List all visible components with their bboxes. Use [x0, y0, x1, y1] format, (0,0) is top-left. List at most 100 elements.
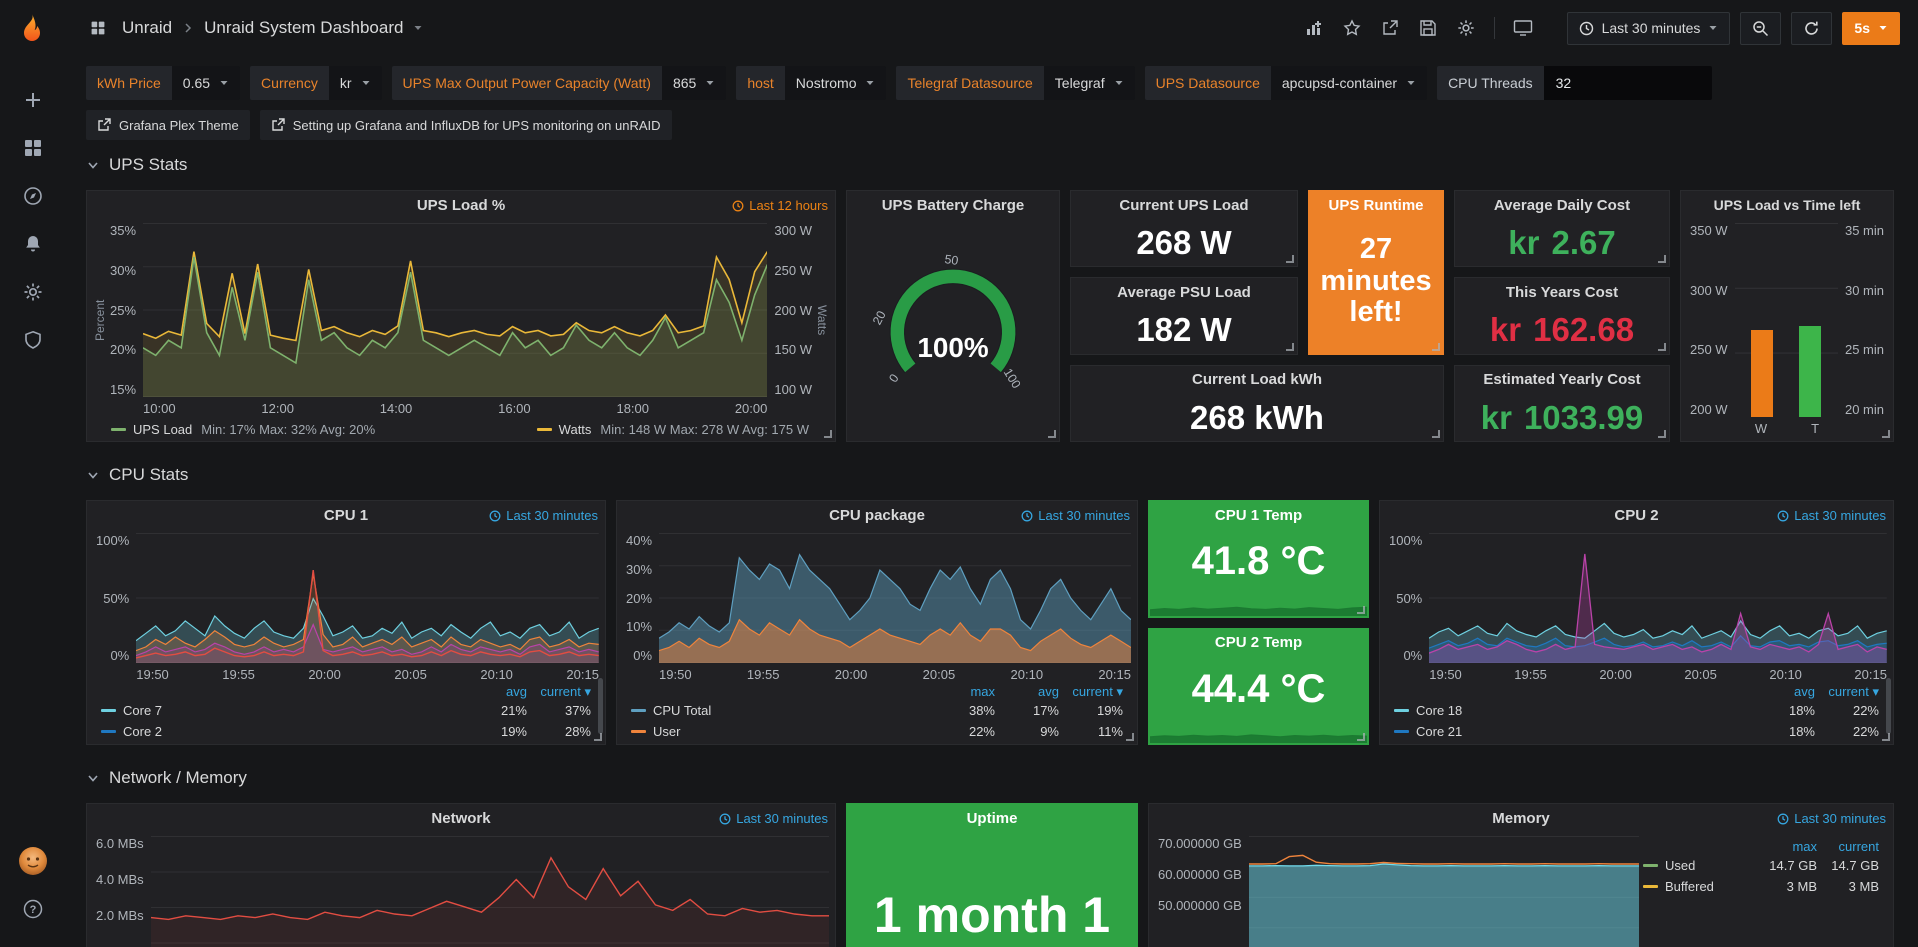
ups-mid-stats: Current UPS Load 268 W UPS Runtime 27 mi…: [1070, 190, 1444, 442]
gauge-tick-50: 50: [944, 252, 960, 268]
add-panel-button[interactable]: [1300, 14, 1328, 42]
legend-item-watts[interactable]: Watts Min: 148 W Max: 278 W Avg: 175 W: [537, 422, 809, 437]
favorite-button[interactable]: [1338, 14, 1366, 42]
sidebar-item-explore[interactable]: [12, 176, 54, 216]
legend-row-core-7[interactable]: Core 721%37%: [101, 700, 591, 721]
grafana-logo[interactable]: [13, 12, 53, 52]
memory-chart[interactable]: [1249, 836, 1639, 947]
star-icon: [1343, 19, 1361, 37]
cpu-package-chart[interactable]: [659, 533, 1131, 663]
cpu2-chart[interactable]: [1429, 533, 1887, 663]
memory-legend: maxcurrentUsed14.7 GB14.7 GBBuffered3 MB…: [1639, 836, 1887, 947]
cpu1-chart[interactable]: [136, 533, 599, 663]
clock-icon: [489, 510, 501, 522]
row-header-network-memory[interactable]: Network / Memory: [86, 763, 1906, 793]
network-chart[interactable]: [151, 836, 829, 947]
breadcrumb-dashboard-title[interactable]: Unraid System Dashboard: [204, 18, 403, 38]
legend-stats: Min: 148 W Max: 278 W Avg: 175 W: [600, 422, 809, 437]
caret-down-icon[interactable]: [413, 23, 423, 33]
panel-title[interactable]: Average PSU Load: [1071, 278, 1297, 306]
refresh-button[interactable]: [1791, 12, 1832, 45]
legend-row-core-18[interactable]: Core 1818%22%: [1394, 700, 1879, 721]
sidebar-item-configuration[interactable]: [12, 272, 54, 312]
legend-scrollbar[interactable]: [1886, 678, 1891, 734]
panel-title-uptime[interactable]: Uptime: [847, 804, 1137, 832]
variable-value-dropdown[interactable]: 865: [662, 66, 726, 100]
panel-cpu1-graph: CPU 1 Last 30 minutes 100%50%0% 19:5019:…: [86, 500, 606, 745]
panel-title-ups-load[interactable]: UPS Load %: [87, 191, 835, 219]
legend-row-core-21[interactable]: Core 2118%22%: [1394, 721, 1879, 742]
panel-title[interactable]: Current UPS Load: [1071, 191, 1297, 219]
cycle-view-button[interactable]: [1509, 14, 1537, 42]
panel-title[interactable]: CPU 2 Temp: [1149, 629, 1368, 657]
link-grafana-plex-theme[interactable]: Grafana Plex Theme: [86, 110, 250, 140]
link-ups-monitoring-guide[interactable]: Setting up Grafana and InfluxDB for UPS …: [260, 110, 672, 140]
panel-cpu-package-graph: CPU package Last 30 minutes 40%30%20%10%…: [616, 500, 1138, 745]
panel-title-battery[interactable]: UPS Battery Charge: [847, 191, 1059, 219]
panel-current-ups-load: Current UPS Load 268 W: [1070, 190, 1298, 267]
plus-icon: [22, 89, 44, 111]
sidebar-item-create[interactable]: [12, 80, 54, 120]
sidebar-item-dashboards[interactable]: [12, 128, 54, 168]
cpu-package-legend: maxavgcurrent ▾CPU Total38%17%19%User22%…: [617, 681, 1137, 742]
sidebar-item-server-admin[interactable]: [12, 320, 54, 360]
variable-value: 865: [673, 75, 696, 91]
panel-title[interactable]: This Years Cost: [1455, 278, 1669, 306]
panel-this-years-cost: This Years Cost kr162.68: [1454, 277, 1670, 354]
legend-item-ups-load[interactable]: UPS Load Min: 17% Max: 32% Avg: 20%: [111, 422, 375, 437]
variable-value: Nostromo: [796, 75, 857, 91]
legend-row-user[interactable]: User22%9%11%: [631, 721, 1123, 742]
bar-W[interactable]: [1751, 330, 1773, 417]
ups-bars-chart[interactable]: [1735, 223, 1838, 417]
user-avatar[interactable]: [12, 841, 54, 881]
caret-down-icon: [705, 78, 715, 88]
y-axis-ticks-left: 35%30%25%20%15%: [107, 223, 143, 417]
panel-title[interactable]: UPS Runtime: [1309, 191, 1443, 219]
panel-title[interactable]: CPU 1 Temp: [1149, 501, 1368, 529]
share-icon: [1381, 19, 1399, 37]
variable-value-dropdown[interactable]: Telegraf: [1044, 66, 1135, 100]
legend-row-cpu-total[interactable]: CPU Total38%17%19%: [631, 700, 1123, 721]
variable-value-dropdown[interactable]: apcupsd-container: [1271, 66, 1427, 100]
panel-title[interactable]: Average Daily Cost: [1455, 191, 1669, 219]
variable-value-dropdown[interactable]: Nostromo: [785, 66, 887, 100]
zoom-out-button[interactable]: [1740, 12, 1781, 45]
variable-value-dropdown[interactable]: 0.65: [172, 66, 240, 100]
row-header-cpu-stats[interactable]: CPU Stats: [86, 460, 1906, 490]
variable-value-dropdown[interactable]: kr: [329, 66, 382, 100]
panel-time-override: Last 30 minutes: [719, 811, 828, 826]
save-button[interactable]: [1414, 14, 1442, 42]
legend-row-used[interactable]: Used14.7 GB14.7 GB: [1643, 855, 1879, 876]
legend-row-buffered[interactable]: Buffered3 MB3 MB: [1643, 876, 1879, 897]
share-button[interactable]: [1376, 14, 1404, 42]
caret-down-icon: [1708, 23, 1718, 33]
svg-text:?: ?: [30, 904, 37, 916]
shield-icon: [23, 330, 43, 350]
external-link-icon: [271, 118, 285, 132]
row-header-ups-stats[interactable]: UPS Stats: [86, 150, 1906, 180]
sidebar-item-help[interactable]: ?: [12, 889, 54, 929]
cpu1-legend: avgcurrent ▾Core 721%37%Core 219%28%: [87, 681, 605, 742]
ups-costs-stats: Average Daily Cost kr2.67 This Years Cos…: [1454, 190, 1670, 442]
legend-row-core-2[interactable]: Core 219%28%: [101, 721, 591, 742]
variable-label: kWh Price: [86, 66, 172, 100]
dashboard-settings-button[interactable]: [1452, 14, 1480, 42]
bar-T[interactable]: [1799, 326, 1821, 417]
panel-title-text: CPU 2: [1614, 507, 1658, 524]
panel-title[interactable]: UPS Load vs Time left: [1681, 191, 1893, 219]
dashboards-grid-icon: [23, 138, 43, 158]
panel-title[interactable]: Estimated Yearly Cost: [1455, 366, 1669, 394]
sidebar-item-alerting[interactable]: [12, 224, 54, 264]
breadcrumb-folder[interactable]: Unraid: [122, 18, 172, 38]
ups-load-chart[interactable]: [143, 223, 767, 397]
sidebar: ?: [0, 0, 66, 947]
panel-time-override: Last 30 minutes: [1777, 508, 1886, 523]
refresh-interval-dropdown[interactable]: 5s: [1842, 12, 1900, 45]
main-area: Unraid Unraid System Dashboard Last 30 m…: [66, 0, 1918, 947]
legend-scrollbar[interactable]: [598, 678, 603, 734]
panel-title-text: CPU 1: [324, 507, 368, 524]
time-range-picker[interactable]: Last 30 minutes: [1567, 12, 1731, 45]
cpu-threads-input[interactable]: [1544, 66, 1712, 100]
panel-title[interactable]: Current Load kWh: [1071, 366, 1443, 394]
dashboard-links-row: Grafana Plex Theme Setting up Grafana an…: [86, 110, 1900, 140]
